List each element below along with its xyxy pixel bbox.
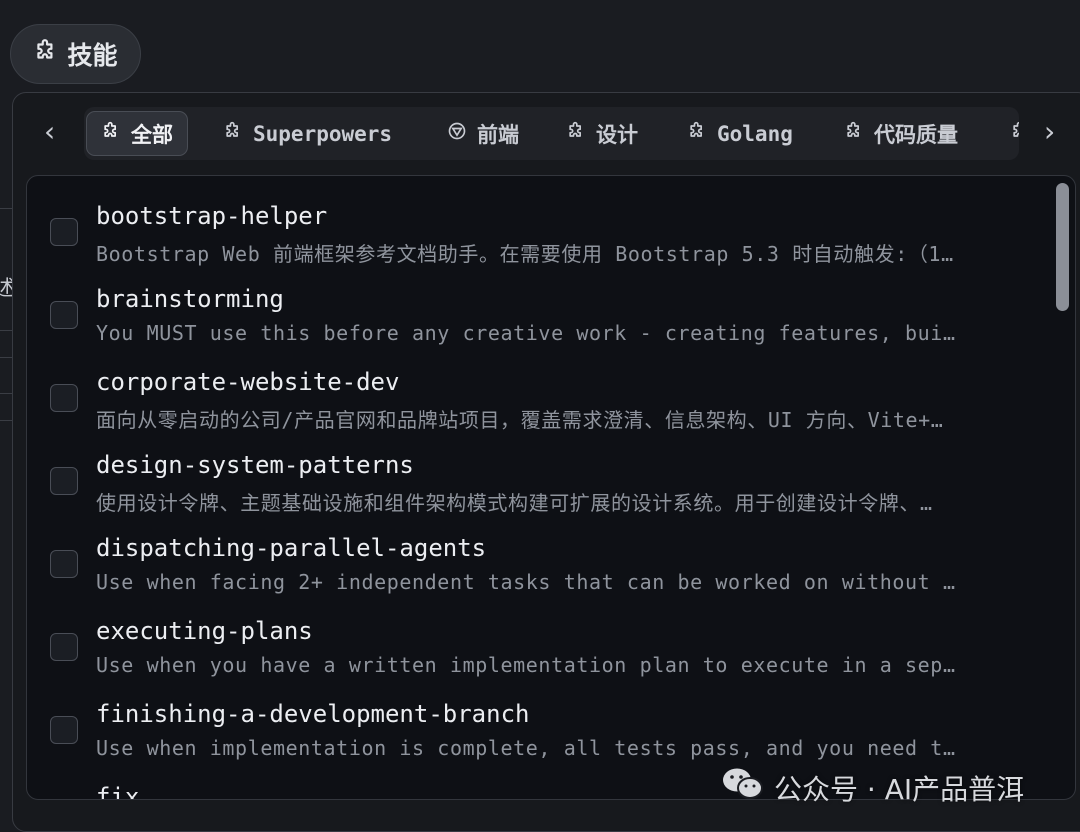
checkbox[interactable] xyxy=(50,467,78,495)
list-item[interactable]: bootstrap-helper Bootstrap Web 前端框架参考文档助… xyxy=(27,184,1057,267)
watermark-text: 公众号 · AI产品普洱 xyxy=(774,772,1025,806)
tab-label: Golang xyxy=(717,121,793,146)
tab-code-quality[interactable]: 代码质量 xyxy=(844,111,958,156)
scrollbar-thumb[interactable] xyxy=(1056,183,1069,311)
tab-label: 设计 xyxy=(596,122,638,147)
skill-description: Bootstrap Web 前端框架参考文档助手。在需要使用 Bootstrap… xyxy=(96,242,954,266)
skill-name: finishing-a-development-branch xyxy=(96,700,530,728)
skill-name: executing-plans xyxy=(96,617,313,645)
checkbox[interactable] xyxy=(50,799,78,800)
tab-design[interactable]: 设计 xyxy=(566,111,638,156)
tab-superpowers[interactable]: Superpowers xyxy=(223,111,392,156)
tab-label: 代码质量 xyxy=(874,122,958,147)
puzzle-icon xyxy=(223,121,243,146)
checkbox[interactable] xyxy=(50,301,78,329)
puzzle-icon xyxy=(101,121,121,146)
checkbox[interactable] xyxy=(50,550,78,578)
tab-label: Superpowers xyxy=(253,121,393,146)
skill-name: brainstorming xyxy=(96,285,284,313)
skill-description: 使用设计令牌、主题基础设施和组件架构模式构建可扩展的设计系统。用于创建设计令牌、… xyxy=(96,491,933,515)
list-item[interactable]: dispatching-parallel-agents Use when fac… xyxy=(27,516,1057,599)
category-tabs: 全部 Superpowers 前端 设计 Golang 代码质量 xyxy=(84,107,1019,160)
skill-name: design-system-patterns xyxy=(96,451,414,479)
tab-label: 前端 xyxy=(477,122,519,147)
hexagon-icon xyxy=(447,121,467,146)
chevron-right-icon[interactable]: › xyxy=(1044,118,1055,146)
skill-description: Use when implementation is complete, all… xyxy=(96,736,956,760)
puzzle-icon xyxy=(1010,121,1019,146)
list-item[interactable]: finishing-a-development-branch Use when … xyxy=(27,682,1057,765)
skill-name: bootstrap-helper xyxy=(96,202,328,230)
skill-name: fix xyxy=(96,783,140,800)
divider xyxy=(0,357,12,358)
puzzle-icon xyxy=(566,121,586,146)
skill-description: 面向从零启动的公司/产品官网和品牌站项目，覆盖需求澄清、信息架构、UI 方向、V… xyxy=(96,408,944,432)
skills-button[interactable]: 技能 xyxy=(10,24,141,84)
skills-button-label: 技能 xyxy=(67,41,118,70)
list-item[interactable]: brainstorming You MUST use this before a… xyxy=(27,267,1057,350)
skill-name: dispatching-parallel-agents xyxy=(96,534,487,562)
skills-list: bootstrap-helper Bootstrap Web 前端框架参考文档助… xyxy=(26,175,1076,800)
divider xyxy=(0,330,12,331)
watermark: 公众号 · AI产品普洱 xyxy=(722,766,1024,809)
tab-label: 全部 xyxy=(131,122,173,147)
list-item[interactable]: design-system-patterns 使用设计令牌、主题基础设施和组件架… xyxy=(27,433,1057,516)
puzzle-icon xyxy=(687,121,707,146)
chevron-left-icon[interactable]: ‹ xyxy=(44,118,55,146)
checkbox[interactable] xyxy=(50,716,78,744)
tab-more[interactable] xyxy=(1010,111,1019,156)
tab-frontend[interactable]: 前端 xyxy=(447,111,519,156)
divider xyxy=(0,420,12,421)
list-item[interactable]: executing-plans Use when you have a writ… xyxy=(27,599,1057,682)
skill-description: You MUST use this before any creative wo… xyxy=(96,321,956,345)
divider xyxy=(0,393,12,394)
wechat-icon xyxy=(722,766,764,809)
checkbox[interactable] xyxy=(50,218,78,246)
checkbox[interactable] xyxy=(50,633,78,661)
tab-golang[interactable]: Golang xyxy=(687,111,793,156)
skill-description: Use when facing 2+ independent tasks tha… xyxy=(96,570,956,594)
divider xyxy=(0,208,12,209)
tab-all[interactable]: 全部 xyxy=(86,111,188,156)
puzzle-icon xyxy=(844,121,864,146)
puzzle-icon xyxy=(33,38,59,70)
checkbox[interactable] xyxy=(50,384,78,412)
skill-name: corporate-website-dev xyxy=(96,368,400,396)
skill-description: Use when you have a written implementati… xyxy=(96,653,956,677)
left-edge-text: · xyxy=(0,366,1,390)
list-item[interactable]: corporate-website-dev 面向从零启动的公司/产品官网和品牌站… xyxy=(27,350,1057,433)
